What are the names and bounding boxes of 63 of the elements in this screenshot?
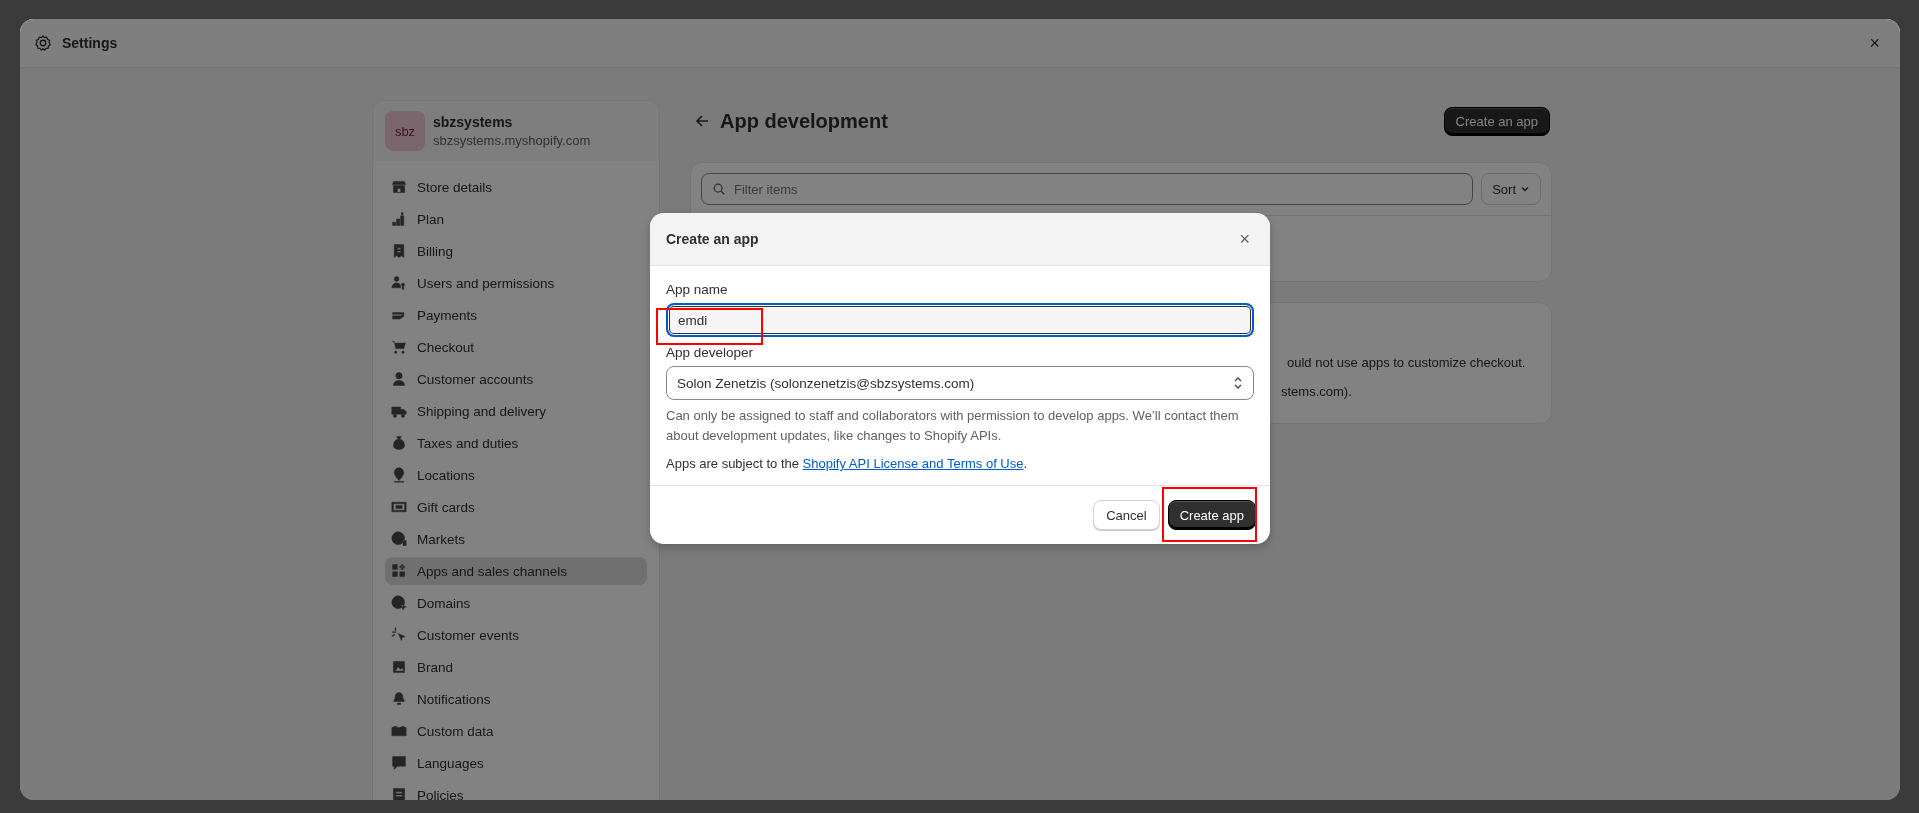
search-icon bbox=[712, 182, 726, 196]
field-label: App developer bbox=[666, 345, 755, 360]
sidebar-item[interactable]: Languages bbox=[385, 749, 647, 777]
sidebar-item[interactable]: Markets bbox=[385, 525, 647, 553]
image-icon bbox=[391, 659, 407, 675]
person-key-icon bbox=[391, 275, 407, 291]
sidebar-item[interactable]: Billing bbox=[385, 237, 647, 265]
chevron-down-icon bbox=[1520, 184, 1530, 194]
notice-text: stems.com). bbox=[1281, 384, 1353, 399]
sidebar-item[interactable]: Gift cards bbox=[385, 493, 647, 521]
sidebar-item[interactable]: Custom data bbox=[385, 717, 647, 745]
help-text: Can only be assigned to staff and collaborators with permission to develop apps. We’ll contact them about development updates, like changes to Shopify APIs. bbox=[666, 407, 1240, 445]
sidebar-item[interactable]: Customer accounts bbox=[385, 365, 647, 393]
settings-icon bbox=[34, 34, 52, 52]
store-avatar: sbz bbox=[385, 111, 425, 151]
store-icon bbox=[391, 179, 407, 195]
up-down-chevron-icon bbox=[1233, 375, 1243, 391]
document-icon bbox=[391, 787, 407, 800]
bell-icon bbox=[391, 691, 407, 707]
store-name: sbzsystems bbox=[433, 114, 514, 130]
store-domain: sbzsystems.myshopify.com bbox=[433, 133, 591, 148]
window-title: Settings bbox=[62, 35, 118, 51]
cancel-button[interactable]: Cancel bbox=[1093, 500, 1160, 530]
gift-card-icon bbox=[391, 499, 407, 515]
sidebar-item[interactable]: Store details bbox=[385, 173, 647, 201]
page-title: App development bbox=[720, 109, 888, 133]
sidebar-item[interactable]: Policies bbox=[385, 781, 647, 800]
notice-text: ould not use apps to customize checkout. bbox=[1287, 355, 1527, 370]
sidebar-item[interactable]: Plan bbox=[385, 205, 647, 233]
close-button[interactable]: × bbox=[1235, 228, 1254, 250]
filter-field[interactable]: Filter items bbox=[701, 173, 1474, 205]
receipt-icon bbox=[391, 243, 407, 259]
sidebar-item[interactable]: Locations bbox=[385, 461, 647, 489]
dialog-title: Create an app bbox=[666, 231, 759, 247]
apps-icon bbox=[391, 563, 407, 579]
close-button[interactable]: × bbox=[1863, 32, 1886, 54]
app-name-field[interactable]: emdi bbox=[666, 303, 1254, 337]
app-developer-select[interactable]: Solon Zenetzis (solonzenetzis@sbzsystems.com) bbox=[666, 366, 1254, 400]
person-icon bbox=[391, 371, 407, 387]
sidebar-item[interactable]: Checkout bbox=[385, 333, 647, 361]
chat-icon bbox=[391, 755, 407, 771]
back-arrow-icon[interactable] bbox=[694, 113, 710, 129]
sidebar-item[interactable]: Brand bbox=[385, 653, 647, 681]
cart-icon bbox=[391, 339, 407, 355]
sidebar-item[interactable]: Payments bbox=[385, 301, 647, 329]
create-app-button[interactable]: Create app bbox=[1167, 500, 1256, 530]
sidebar-item[interactable]: Taxes and duties bbox=[385, 429, 647, 457]
sort-button[interactable]: Sort bbox=[1481, 173, 1541, 205]
pin-icon bbox=[391, 467, 407, 483]
bar-chart-icon bbox=[391, 211, 407, 227]
sidebar-item[interactable]: Notifications bbox=[385, 685, 647, 713]
cursor-click-icon bbox=[391, 627, 407, 643]
sidebar-item[interactable]: Domains bbox=[385, 589, 647, 617]
truck-icon bbox=[391, 403, 407, 419]
sidebar-item[interactable]: Customer events bbox=[385, 621, 647, 649]
sidebar-item[interactable]: Users and permissions bbox=[385, 269, 647, 297]
money-bag-icon bbox=[391, 435, 407, 451]
sidebar-item[interactable]: Apps and sales channels bbox=[385, 557, 647, 585]
box-icon bbox=[391, 723, 407, 739]
field-label: App name bbox=[666, 282, 729, 297]
terms-text: Apps are subject to the Shopify API License and Terms of Use. bbox=[666, 456, 1029, 471]
create-app-button[interactable]: Create an app bbox=[1443, 106, 1550, 136]
sidebar-item[interactable]: Shipping and delivery bbox=[385, 397, 647, 425]
